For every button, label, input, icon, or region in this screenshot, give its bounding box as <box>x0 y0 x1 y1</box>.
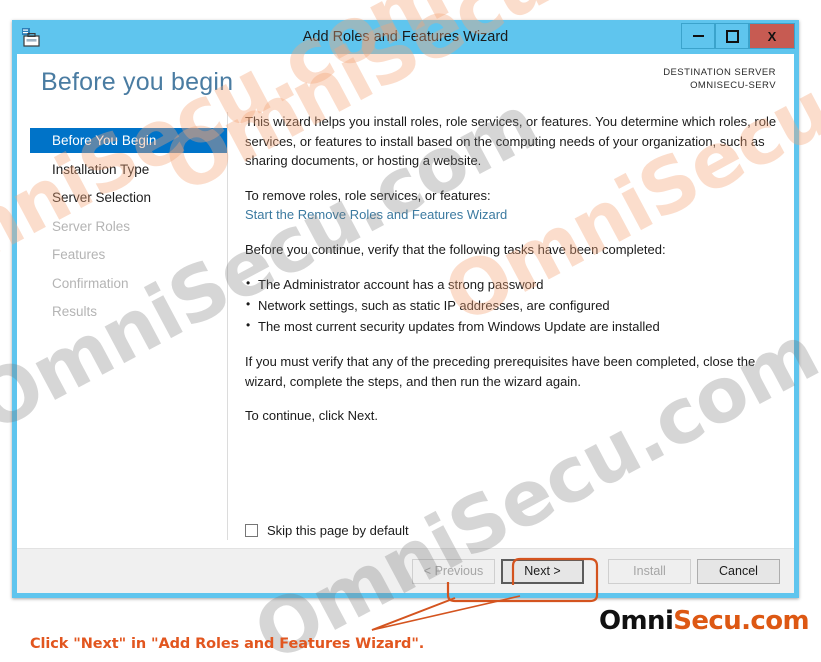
remove-heading: To remove roles, role services, or featu… <box>245 187 491 203</box>
prerequisite-note: If you must verify that any of the prece… <box>245 354 756 389</box>
wizard-window: Add Roles and Features Wizard X Before y… <box>12 20 799 598</box>
list-item: Network settings, such as static IP addr… <box>245 294 782 316</box>
skip-page-label: Skip this page by default <box>267 523 409 538</box>
annotation-caption: Click "Next" in "Add Roles and Features … <box>30 636 425 652</box>
annotation-leader-line <box>371 595 521 631</box>
continue-note: To continue, click Next. <box>245 408 378 423</box>
sidebar-item-server-selection[interactable]: Server Selection <box>40 185 216 210</box>
title-bar[interactable]: Add Roles and Features Wizard X <box>12 20 799 54</box>
close-button[interactable]: X <box>749 23 795 49</box>
sidebar-item-server-roles: Server Roles <box>52 218 131 234</box>
page-header: Before you begin DESTINATION SERVER OMNI… <box>17 54 794 112</box>
sidebar-item-installation-type[interactable]: Installation Type <box>40 157 216 182</box>
wizard-footer: < Previous Next > Install Cancel <box>17 548 794 593</box>
cancel-button[interactable]: Cancel <box>697 558 780 584</box>
remove-roles-wizard-link[interactable]: Start the Remove Roles and Features Wiza… <box>245 205 782 225</box>
sidebar-item-features: Features <box>52 247 106 262</box>
maximize-button[interactable] <box>715 23 749 49</box>
destination-server-block: DESTINATION SERVER OMNISECU-SERV <box>663 66 776 92</box>
logo-part-2: Secu.com <box>673 606 809 636</box>
logo-part-1: Omni <box>599 606 674 636</box>
minimize-button[interactable] <box>681 23 715 49</box>
wizard-client-area: Before you begin DESTINATION SERVER OMNI… <box>17 54 794 593</box>
install-button: Install <box>608 558 691 584</box>
wizard-nav: Before You Begin Installation Type Serve… <box>17 128 227 328</box>
sidebar-item-confirmation: Confirmation <box>52 275 129 291</box>
sidebar-item-results: Results <box>52 304 98 319</box>
list-item: The most current security updates from W… <box>245 315 782 337</box>
previous-button: < Previous <box>412 558 495 584</box>
list-item: The Administrator account has a strong p… <box>245 273 782 295</box>
wizard-body: Before You Begin Installation Type Serve… <box>17 112 794 548</box>
skip-page-checkbox[interactable] <box>245 524 258 537</box>
verify-heading: Before you continue, verify that the fol… <box>245 241 666 257</box>
destination-server-label: DESTINATION SERVER <box>663 67 776 78</box>
omnisecu-logo: OmniSecu.com <box>599 606 810 636</box>
sidebar-item-before-you-begin[interactable]: Before You Begin <box>30 128 227 153</box>
skip-page-row[interactable]: Skip this page by default <box>245 523 409 538</box>
nav-divider <box>227 112 228 540</box>
prerequisite-list: The Administrator account has a strong p… <box>245 273 782 337</box>
annotation-leader-line <box>371 597 456 631</box>
window-controls: X <box>681 23 795 49</box>
wizard-content: This wizard helps you install roles, rol… <box>245 112 782 548</box>
next-button[interactable]: Next > <box>501 558 584 584</box>
destination-server-name: OMNISECU-SERV <box>690 80 776 91</box>
intro-paragraph: This wizard helps you install roles, rol… <box>245 114 777 168</box>
